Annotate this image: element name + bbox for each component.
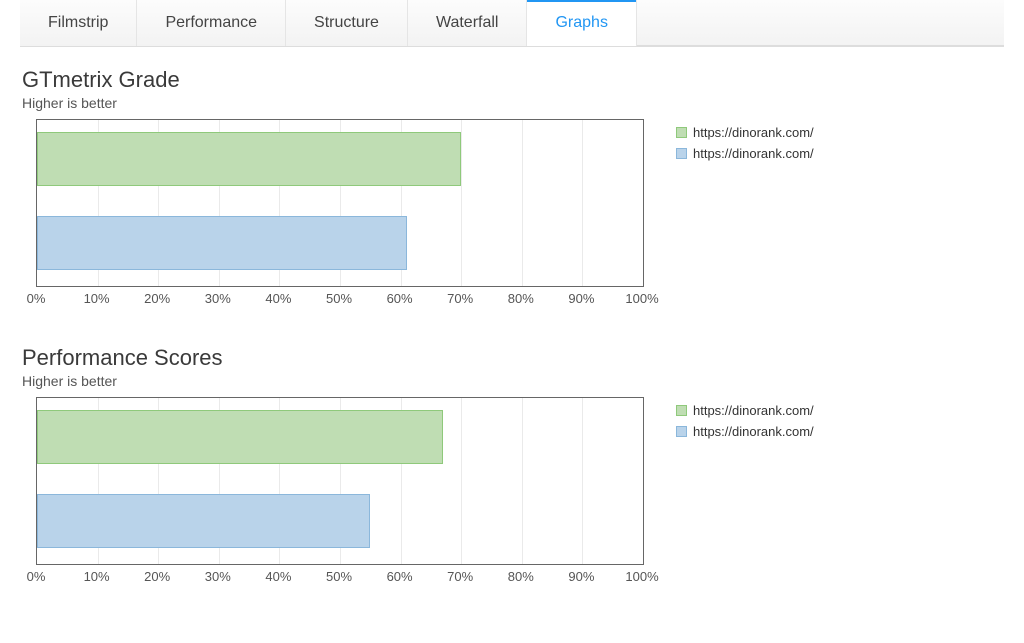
chart-title: Performance Scores	[22, 345, 1004, 371]
legend-label: https://dinorank.com/	[693, 424, 814, 439]
x-tick-label: 60%	[387, 291, 413, 306]
legend-item: https://dinorank.com/	[676, 125, 814, 140]
chart-plot-area: 0%10%20%30%40%50%60%70%80%90%100%	[22, 119, 652, 315]
tabs-trailing-line	[637, 0, 1004, 47]
chart-subtitle: Higher is better	[22, 373, 1004, 389]
chart-subtitle: Higher is better	[22, 95, 1004, 111]
chart-gtmetrix-grade: GTmetrix Grade Higher is better 0% 10% 20%…	[22, 67, 1004, 315]
x-tick-label: 50%	[326, 291, 352, 306]
chart-title: GTmetrix Grade	[22, 67, 1004, 93]
legend-swatch-green	[676, 127, 687, 138]
x-tick-label: 70%	[447, 569, 473, 584]
x-tick-label: 20%	[144, 569, 170, 584]
gridline	[582, 120, 583, 286]
x-tick-label: 20%	[144, 291, 170, 306]
x-tick-label: 40%	[265, 291, 291, 306]
x-tick-label: 80%	[508, 291, 534, 306]
x-tick-label: 30%	[205, 569, 231, 584]
x-tick-label: 10%	[84, 291, 110, 306]
chart-plot-area: 0%10%20%30%40%50%60%70%80%90%100%	[22, 397, 652, 593]
tab-graphs[interactable]: Graphs	[527, 0, 636, 46]
legend-item: https://dinorank.com/	[676, 424, 814, 439]
gridline	[582, 398, 583, 564]
x-tick-label: 100%	[625, 569, 658, 584]
legend-label: https://dinorank.com/	[693, 146, 814, 161]
x-tick-label: 70%	[447, 291, 473, 306]
tab-performance[interactable]: Performance	[137, 0, 286, 46]
x-tick-label: 50%	[326, 569, 352, 584]
tab-structure[interactable]: Structure	[286, 0, 408, 46]
legend-swatch-blue	[676, 426, 687, 437]
tabs-bar: Filmstrip Performance Structure Waterfal…	[20, 0, 1004, 47]
x-tick-label: 60%	[387, 569, 413, 584]
x-tick-label: 100%	[625, 291, 658, 306]
legend-item: https://dinorank.com/	[676, 403, 814, 418]
chart-bar	[37, 494, 370, 548]
x-tick-label: 80%	[508, 569, 534, 584]
x-tick-label: 0%	[27, 569, 46, 584]
gridline	[461, 120, 462, 286]
chart-legend: https://dinorank.com/ https://dinorank.c…	[676, 397, 814, 445]
x-tick-label: 0%	[27, 291, 46, 306]
legend-swatch-green	[676, 405, 687, 416]
chart-performance-scores: Performance Scores Higher is better 0% 10…	[22, 345, 1004, 593]
gridline	[461, 398, 462, 564]
x-tick-label: 10%	[84, 569, 110, 584]
gridline	[522, 120, 523, 286]
chart-bar	[37, 132, 461, 186]
tab-waterfall[interactable]: Waterfall	[408, 0, 528, 46]
legend-label: https://dinorank.com/	[693, 403, 814, 418]
chart-bar	[37, 410, 443, 464]
x-tick-label: 90%	[568, 291, 594, 306]
chart-legend: https://dinorank.com/ https://dinorank.c…	[676, 119, 814, 167]
gridline	[522, 398, 523, 564]
chart-bar	[37, 216, 407, 270]
content-area: GTmetrix Grade Higher is better 0% 10% 20%…	[0, 47, 1024, 643]
x-tick-label: 90%	[568, 569, 594, 584]
x-axis: 0%10%20%30%40%50%60%70%80%90%100%	[36, 291, 644, 315]
x-tick-label: 40%	[265, 569, 291, 584]
plot-box	[36, 397, 644, 565]
legend-label: https://dinorank.com/	[693, 125, 814, 140]
plot-box	[36, 119, 644, 287]
x-axis: 0%10%20%30%40%50%60%70%80%90%100%	[36, 569, 644, 593]
tab-filmstrip[interactable]: Filmstrip	[20, 0, 137, 46]
legend-item: https://dinorank.com/	[676, 146, 814, 161]
x-tick-label: 30%	[205, 291, 231, 306]
legend-swatch-blue	[676, 148, 687, 159]
